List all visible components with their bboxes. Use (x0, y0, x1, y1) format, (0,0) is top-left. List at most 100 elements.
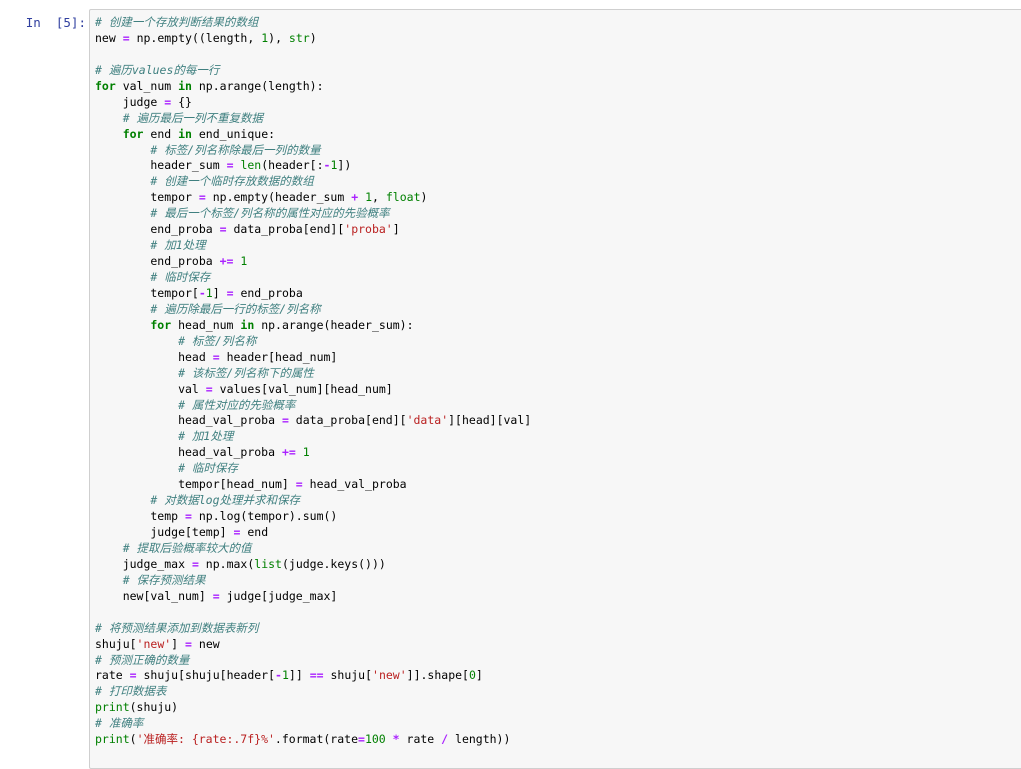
code-token: {} (171, 94, 192, 109)
code-token: np.empty(header_sum (205, 190, 352, 205)
comment-token: # 保存预测结果 (95, 572, 206, 587)
code-token: .format(rate (274, 732, 359, 747)
code-line: # 临时保存 (95, 270, 531, 286)
keyword-token: in (178, 78, 192, 93)
operator-token: = (212, 588, 220, 603)
code-token: ) (309, 30, 317, 45)
code-token: np.empty((length, (129, 30, 262, 45)
keyword-token: for (95, 78, 116, 93)
operator-token: = (198, 190, 206, 205)
code-line: rate = shuju[shuju[header[-1]] == shuju[… (95, 668, 531, 684)
code-token: ) (420, 190, 428, 205)
comment-token: # 遍历除最后一行的标签/列名称 (95, 301, 321, 316)
code-token: header[head_num] (219, 349, 338, 364)
code-line: # 临时保存 (95, 461, 531, 477)
code-line: # 保存预测结果 (95, 573, 531, 589)
code-token: ][head][val] (448, 413, 532, 428)
operator-token: = (129, 668, 137, 683)
code-line: # 加1处理 (95, 238, 531, 254)
string-token: 'new' (372, 668, 407, 683)
keyword-token: for (95, 317, 172, 332)
code-line: # 最后一个标签/列名称的属性对应的先验概率 (95, 206, 531, 222)
code-token: end_proba (95, 222, 220, 237)
code-token: shuju[ (323, 668, 373, 683)
code-line: shuju['new'] = new (95, 637, 531, 653)
comment-token: # 加1处理 (95, 429, 234, 444)
code-line: end_proba += 1 (95, 254, 531, 270)
code-token: rate (95, 668, 130, 683)
string-token: 'new' (136, 636, 172, 651)
code-token: header_sum (95, 158, 227, 173)
code-line: # 提取后验概率较大的值 (95, 541, 531, 557)
code-token: ] (171, 636, 186, 651)
operator-token: += (281, 445, 296, 460)
code-token: (header[: (261, 158, 324, 173)
comment-token: # 加1处理 (95, 238, 206, 253)
code-line: tempor[-1] = end_proba (95, 286, 531, 302)
code-token: new (95, 30, 123, 45)
code-token: end_proba (95, 254, 220, 269)
code-token: end_unique: (191, 126, 276, 141)
code-editor[interactable]: # 创建一个存放判断结果的数组 new = np.empty((length, 1… (95, 15, 531, 748)
keyword-token: in (178, 126, 192, 141)
number-token: 0 (468, 668, 476, 683)
code-token: np.max( (198, 556, 255, 571)
code-line: # 遍历values的每一行 (95, 63, 531, 79)
code-token: head_num (171, 317, 241, 332)
code-token: ]) (337, 158, 352, 173)
code-token: , (372, 190, 386, 205)
number-token: 1 (302, 445, 310, 460)
code-line: new[val_num] = judge[judge_max] (95, 589, 531, 605)
code-token: val (95, 381, 206, 396)
operator-token: = (219, 222, 227, 237)
code-line: # 遍历除最后一行的标签/列名称 (95, 302, 531, 318)
code-token: ]].shape[ (406, 668, 469, 683)
operator-token: == (309, 668, 324, 683)
builtin-token: len (240, 158, 262, 173)
builtin-token: float (385, 190, 421, 205)
code-token: new (191, 636, 220, 651)
builtin-token: list (254, 556, 282, 571)
code-line: end_proba = data_proba[end]['proba'] (95, 222, 531, 238)
comment-token: # 创建一个临时存放数据的数组 (95, 174, 314, 189)
comment-token: # 最后一个标签/列名称的属性对应的先验概率 (95, 206, 390, 221)
number-token: 100 (364, 732, 386, 747)
code-line: # 属性对应的先验概率 (95, 398, 531, 414)
number-token: 1 (281, 668, 289, 683)
comment-token: # 遍历最后一列不重复数据 (95, 110, 264, 125)
code-line: # 将预测结果添加到数据表新列 (95, 621, 531, 637)
code-line: print(shuju) (95, 700, 531, 716)
operator-token: = (358, 732, 365, 747)
code-line: temp = np.log(tempor).sum() (95, 509, 531, 525)
code-token: (shuju) (129, 700, 179, 715)
string-token: 'data' (406, 413, 449, 428)
code-line: # 该标签/列名称下的属性 (95, 366, 531, 382)
operator-token: = (122, 30, 130, 45)
operator-token: = (281, 413, 289, 428)
comment-token: # 打印数据表 (95, 684, 167, 699)
code-token: ( (129, 732, 137, 747)
operator-token: = (295, 477, 303, 492)
string-token: 'proba' (344, 222, 393, 237)
code-token: ]] (288, 668, 310, 683)
code-token: ), (268, 30, 289, 45)
code-line: judge_max = np.max(list(judge.keys())) (95, 557, 531, 573)
comment-token: # 临时保存 (95, 270, 211, 284)
code-line: val = values[val_num][head_num] (95, 382, 531, 398)
operator-token: = (191, 556, 199, 571)
code-line: head_val_proba = data_proba[end]['data']… (95, 413, 531, 429)
code-token: head_val_proba (95, 445, 282, 460)
comment-token: # 创建一个存放判断结果的数组 (95, 15, 259, 29)
code-token: tempor[head_num] (95, 477, 296, 492)
code-token: end (240, 525, 269, 539)
code-token: judge[judge_max] (219, 588, 338, 603)
builtin-token: print (95, 732, 130, 747)
comment-token: # 该标签/列名称下的属性 (95, 365, 314, 380)
comment-token: # 准确率 (95, 716, 144, 731)
builtin-token: str (288, 30, 310, 45)
comment-token: # 遍历values的每一行 (95, 62, 220, 77)
